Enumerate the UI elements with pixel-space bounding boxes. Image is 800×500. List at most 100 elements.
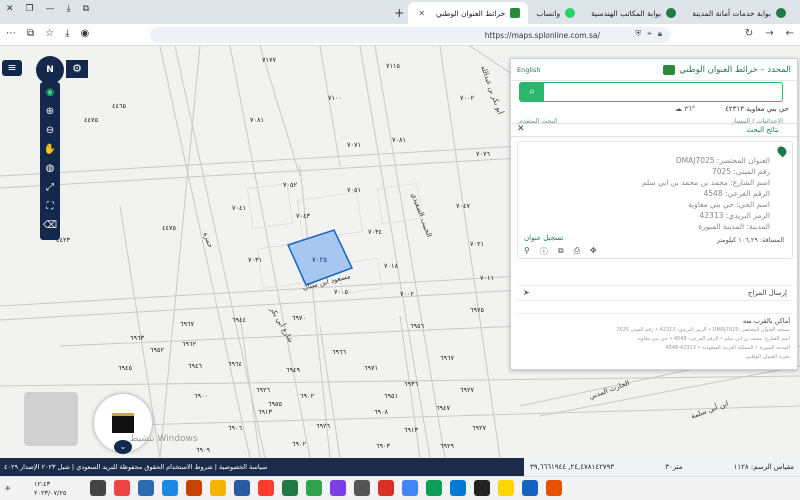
share-icon[interactable]: ⚲ (524, 246, 530, 257)
coordinates-bar: ٢٤,٤٧٨١٤٢٧٩٣, ٣٩,٦٦٦١٩٤٤ متر٣٠ مقياس الر… (524, 458, 800, 476)
move-icon[interactable]: ✥ (590, 246, 597, 257)
taskbar-app-icon[interactable] (498, 480, 514, 496)
basemap-toggle[interactable] (24, 392, 78, 446)
parcel-number-label: ٧٠٧٦ (476, 150, 490, 158)
close-window-icon[interactable]: ✕ (6, 4, 14, 14)
tab-label: بوابة المكاتب الهندسية (591, 8, 662, 18)
copy-icon[interactable]: ⧉ (558, 246, 564, 257)
tab-national-address-maps[interactable]: خرائط العنوان الوطني ✕ (408, 2, 529, 24)
download-icon[interactable]: ⤓ (65, 28, 69, 39)
tab-whatsapp[interactable]: واتساب (528, 2, 583, 24)
zoom-out-icon[interactable]: ⊖ (46, 124, 54, 137)
parcel-number-label: ٧٠٢١ (470, 240, 484, 248)
coordinates-readout: ٢٤,٤٧٨١٤٢٧٩٣, ٣٩,٦٦٦١٩٤٤ (530, 463, 615, 471)
back-icon[interactable]: ← (786, 28, 794, 39)
my-location-icon[interactable]: ◉ (46, 86, 55, 99)
share-row[interactable]: ➤ إرسال المزاج (517, 285, 793, 301)
taskbar-app-icon[interactable] (330, 480, 346, 496)
taskbar-app-icon[interactable] (114, 480, 130, 496)
shield-icon[interactable]: ⛨ (635, 29, 641, 39)
clock-time: ١٢:٤٣ (34, 480, 51, 488)
parcel-number-label: ٦٩٠٢ (300, 392, 314, 400)
collections-icon[interactable]: ⧉ (83, 4, 89, 14)
taskbar-apps (90, 480, 562, 496)
print-icon[interactable]: ⎙ (574, 246, 580, 257)
parcel-number-label: ٦٩٧٠ (292, 314, 306, 322)
result-line: اسم الحي: حي بني معاوية (687, 200, 770, 209)
parcel-number-label: ٦٩٣٦ (404, 380, 418, 388)
taskbar-app-icon[interactable] (546, 480, 562, 496)
taskbar-app-icon[interactable] (522, 480, 538, 496)
globe-icon[interactable]: ◍ (46, 162, 55, 175)
taskbar-app-icon[interactable] (90, 480, 106, 496)
close-results-icon[interactable]: ✕ (517, 124, 525, 134)
parcel-number-label: ٧٠٠٢ (460, 94, 474, 102)
parcel-number-label: ٧٠٣٤ (368, 228, 382, 236)
taskbar-app-icon[interactable] (354, 480, 370, 496)
downloads-icon[interactable]: ⤓ (67, 4, 71, 14)
menu-button[interactable]: ≡ (2, 60, 22, 76)
pan-hand-icon[interactable]: ✋ (44, 143, 56, 156)
taskbar-app-icon[interactable] (258, 480, 274, 496)
taskbar-app-icon[interactable] (210, 480, 226, 496)
new-tab-button[interactable]: + (394, 2, 404, 24)
close-tab-icon[interactable]: ✕ (418, 9, 425, 18)
url-field[interactable]: https://maps.splonline.com.sa/ ⛨ ⌖ 🔒︎ (150, 27, 670, 43)
parcel-number-label: ٦٩١٣ (404, 426, 418, 434)
parcel-number-label: ٧٠٠٥ (334, 288, 348, 296)
parcel-number-label: ٧١٠٠ (328, 94, 342, 102)
taskbar-app-icon[interactable] (378, 480, 394, 496)
taskbar-app-icon[interactable] (402, 480, 418, 496)
parcel-number-label: ٦٩٤٦ (188, 362, 202, 370)
parcel-number-label: ٦٩٧٥ (470, 306, 484, 314)
address-bar: ⋯ ⧉ ☆ ⤓ ◉ ☆ https://maps.splonline.com.s… (0, 24, 800, 46)
extensions-icon[interactable]: ⧉ (27, 28, 34, 39)
taskbar-app-icon[interactable] (234, 480, 250, 496)
profile-icon[interactable]: ◉ (81, 28, 90, 39)
taskbar-app-icon[interactable] (474, 480, 490, 496)
taskbar-app-icon[interactable] (450, 480, 466, 496)
taskbar-app-icon[interactable] (306, 480, 322, 496)
register-address-link[interactable]: تسجيل عنوان (524, 234, 563, 242)
english-toggle[interactable]: English (517, 66, 540, 74)
system-clock[interactable]: ١٢:٤٣ ٢٠٢٣/٠٧/٢٥ (34, 480, 66, 498)
forward-icon[interactable]: → (765, 28, 773, 39)
send-icon[interactable]: ➤ (523, 288, 530, 297)
parcel-number-label: ٦٩٤٤ (232, 316, 246, 324)
taskbar-app-icon[interactable] (282, 480, 298, 496)
favorites-icon[interactable]: ☆ (45, 28, 54, 39)
extent-icon[interactable]: ⛶ (47, 200, 54, 213)
lock-icon[interactable]: 🔒︎ (658, 29, 662, 39)
restore-window-icon[interactable]: ❐ (26, 4, 34, 14)
weather-widget-icon[interactable]: ☀ (4, 484, 11, 493)
settings-gear-icon[interactable]: ⚙ (66, 60, 88, 78)
taskbar-app-icon[interactable] (162, 480, 178, 496)
nearby-line: مسجد العنوان المختصر: DMAJ7025 • الرمز ا… (616, 327, 790, 333)
minimize-window-icon[interactable]: — (46, 4, 55, 14)
parcel-number-label: ٦٩٢٦ (316, 422, 330, 430)
search-icon[interactable]: ⌕ (520, 83, 544, 101)
info-icon[interactable]: ⓘ (540, 246, 548, 257)
location-icon[interactable]: ⌖ (647, 29, 652, 39)
parcel-number-label: ٤٤٦٥ (112, 102, 126, 110)
tab-amana[interactable]: بوابة خدمات أمانة المدينة (684, 2, 794, 24)
reload-icon[interactable]: ↻ (745, 28, 753, 39)
tab-label: واتساب (536, 8, 561, 18)
menu-icon[interactable]: ⋯ (6, 28, 16, 39)
tab-engineering-offices[interactable]: بوابة المكاتب الهندسية (583, 2, 684, 24)
parcel-number-label: ٧٠٧١ (347, 141, 361, 149)
eraser-icon[interactable]: ⌫ (43, 219, 57, 232)
taskbar-app-icon[interactable] (426, 480, 442, 496)
parcel-number-label: ٦٩٠٦ (228, 424, 242, 432)
zoom-in-icon[interactable]: ⊕ (46, 105, 54, 118)
search-box[interactable]: ⌕ (519, 82, 783, 102)
kaaba-icon (112, 413, 134, 433)
taskbar-app-icon[interactable] (186, 480, 202, 496)
result-card[interactable]: العنوان المختصر: DMAJ7025 رقم المبنى: 70… (517, 141, 793, 259)
parcel-number-label: ٧١١٥ (386, 62, 400, 70)
fullscreen-icon[interactable]: ⤢ (46, 181, 54, 194)
windows-activation-watermark: تنشيط Windows (130, 434, 198, 444)
taskbar-app-icon[interactable] (138, 480, 154, 496)
footer-links[interactable]: سياسة الخصوصية | شروط الاستخدام الحقوق م… (4, 463, 267, 471)
compass-button[interactable]: N (36, 56, 64, 84)
